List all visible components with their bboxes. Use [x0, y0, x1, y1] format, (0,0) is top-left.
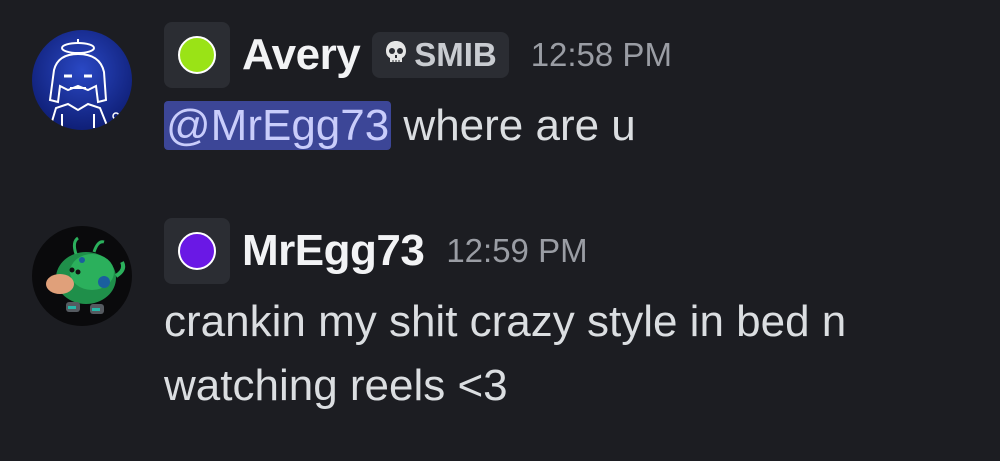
role-icon: [164, 218, 230, 284]
status-dot: [178, 232, 216, 270]
message-content: crankin my shit crazy style in bed n wat…: [164, 290, 984, 418]
username[interactable]: MrEgg73: [242, 226, 425, 276]
avatar[interactable]: [32, 30, 132, 130]
message-text: where are u: [391, 101, 636, 150]
message-header: MrEgg73 12:59 PM: [164, 218, 588, 284]
username[interactable]: Avery: [242, 30, 361, 80]
guild-tag-label: SMIB: [414, 36, 497, 73]
skull-icon: [382, 36, 410, 74]
user-mention[interactable]: @MrEgg73: [164, 101, 392, 150]
timestamp: 12:59 PM: [446, 232, 588, 269]
message-content: @MrEgg73 where are u: [164, 94, 984, 158]
message-text: crankin my shit crazy style in bed n: [164, 297, 847, 346]
status-dot: [178, 36, 216, 74]
role-icon: [164, 22, 230, 88]
guild-tag[interactable]: SMIB: [372, 32, 509, 78]
message-text: watching reels <3: [164, 361, 508, 410]
timestamp: 12:58 PM: [530, 36, 672, 73]
message-header: Avery SMIB 12:58 PM: [164, 22, 672, 88]
avatar[interactable]: [32, 226, 132, 326]
